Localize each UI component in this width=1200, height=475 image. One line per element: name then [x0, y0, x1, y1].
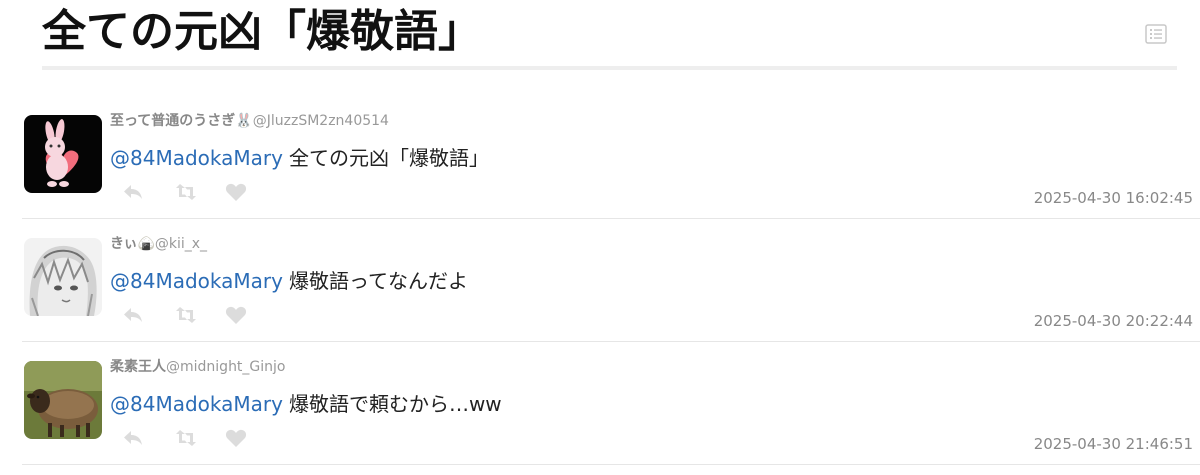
mention-link[interactable]: @84MadokaMary — [110, 392, 283, 416]
user-handle[interactable]: @JluzzSM2zn40514 — [253, 113, 389, 129]
timestamp[interactable]: 2025-04-30 20:22:44 — [1034, 311, 1193, 331]
heart-icon[interactable] — [225, 428, 247, 448]
page-title: 全ての元凶「爆敬語」 — [42, 6, 482, 57]
tweet-body: 爆敬語で頼むから…ww — [288, 392, 502, 416]
user-line: 柔素王人@midnight_Ginjo — [110, 358, 286, 376]
tweet-body: 爆敬語ってなんだよ — [288, 269, 468, 293]
avatar[interactable] — [24, 361, 102, 439]
timestamp[interactable]: 2025-04-30 21:46:51 — [1034, 434, 1193, 454]
mention-link[interactable]: @84MadokaMary — [110, 146, 283, 170]
mention-link[interactable]: @84MadokaMary — [110, 269, 283, 293]
timestamp[interactable]: 2025-04-30 16:02:45 — [1034, 188, 1193, 208]
tweet-item: 柔素王人@midnight_Ginjo @84MadokaMary 爆敬語で頼むか… — [22, 346, 1200, 465]
tweet-text: @84MadokaMary 爆敬語ってなんだよ — [110, 267, 468, 295]
heart-icon[interactable] — [225, 305, 247, 325]
reply-icon[interactable] — [122, 182, 144, 202]
tweet-text: @84MadokaMary 全ての元凶「爆敬語」 — [110, 144, 489, 172]
page-header: 全ての元凶「爆敬語」 — [42, 0, 1177, 70]
retweet-icon[interactable] — [175, 182, 197, 202]
tweet-item: 至って普通のうさぎ🐰@JluzzSM2zn40514 @84MadokaMary… — [22, 100, 1200, 219]
user-name[interactable]: 柔素王人 — [110, 359, 166, 375]
list-icon[interactable] — [1145, 24, 1167, 44]
reply-icon[interactable] — [122, 428, 144, 448]
user-name[interactable]: 至って普通のうさぎ🐰 — [110, 113, 253, 129]
reply-icon[interactable] — [122, 305, 144, 325]
user-line: 至って普通のうさぎ🐰@JluzzSM2zn40514 — [110, 112, 389, 130]
avatar[interactable] — [24, 115, 102, 193]
avatar[interactable] — [24, 238, 102, 316]
tweet-body: 全ての元凶「爆敬語」 — [288, 146, 489, 170]
retweet-icon[interactable] — [175, 428, 197, 448]
retweet-icon[interactable] — [175, 305, 197, 325]
tweet-text: @84MadokaMary 爆敬語で頼むから…ww — [110, 390, 502, 418]
user-line: きぃ🍙@kii_x_ — [110, 235, 207, 253]
user-handle[interactable]: @midnight_Ginjo — [166, 359, 286, 375]
tweet-item: きぃ🍙@kii_x_ @84MadokaMary 爆敬語ってなんだよ 2025-0… — [22, 223, 1200, 342]
heart-icon[interactable] — [225, 182, 247, 202]
tweet-list: 至って普通のうさぎ🐰@JluzzSM2zn40514 @84MadokaMary… — [22, 100, 1200, 465]
user-name[interactable]: きぃ🍙 — [110, 236, 155, 252]
user-handle[interactable]: @kii_x_ — [155, 236, 207, 252]
